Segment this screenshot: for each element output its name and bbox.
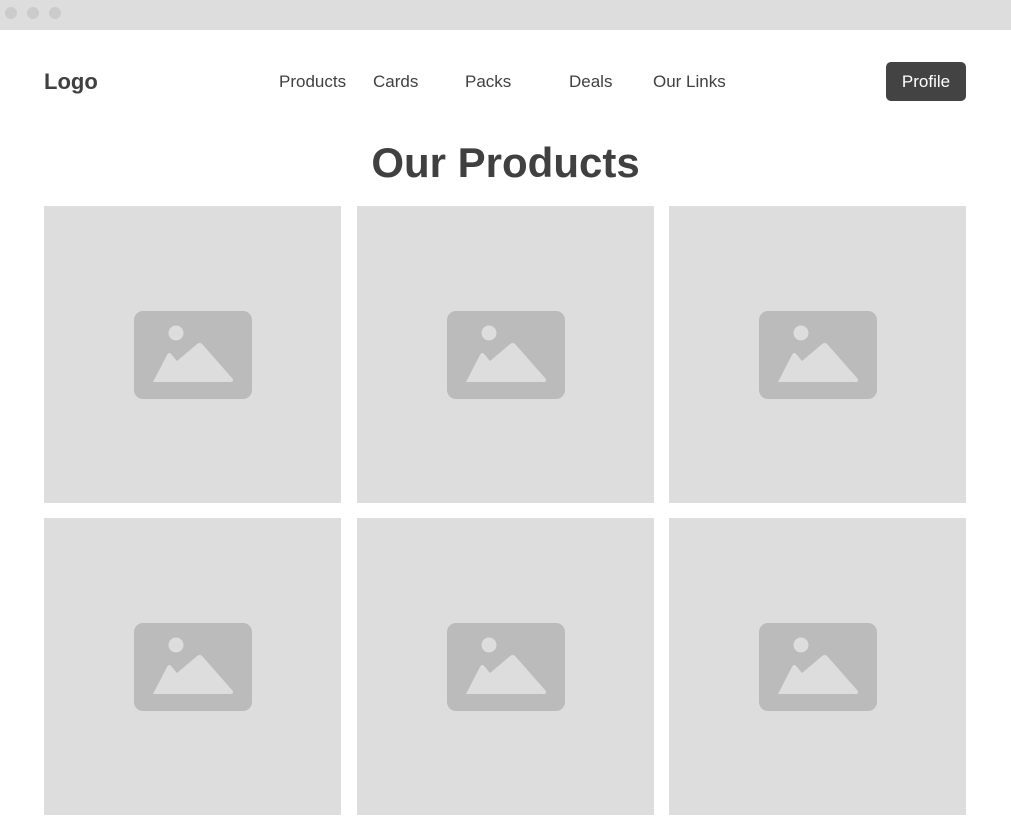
window-title-bar [0, 0, 1011, 30]
site-logo[interactable]: Logo [44, 68, 98, 96]
nav-item-products[interactable]: Products [279, 72, 346, 92]
product-card[interactable] [357, 206, 654, 503]
window-minimize-control[interactable] [27, 7, 39, 19]
image-placeholder-icon [758, 310, 877, 399]
image-placeholder-icon [133, 310, 252, 399]
image-placeholder-icon [758, 622, 877, 711]
nav-item-our-links[interactable]: Our Links [653, 72, 726, 92]
product-card[interactable] [357, 518, 654, 815]
product-card[interactable] [44, 206, 341, 503]
profile-button[interactable]: Profile [886, 62, 966, 101]
nav-item-deals[interactable]: Deals [569, 72, 612, 92]
window-maximize-control[interactable] [49, 7, 61, 19]
image-placeholder-icon [133, 622, 252, 711]
page-title: Our Products [371, 139, 640, 186]
product-card[interactable] [44, 518, 341, 815]
window-close-control[interactable] [5, 7, 17, 19]
product-card[interactable] [669, 518, 966, 815]
product-card[interactable] [669, 206, 966, 503]
nav-item-packs[interactable]: Packs [465, 72, 511, 92]
image-placeholder-icon [446, 310, 565, 399]
image-placeholder-icon [446, 622, 565, 711]
nav-item-cards[interactable]: Cards [373, 72, 418, 92]
